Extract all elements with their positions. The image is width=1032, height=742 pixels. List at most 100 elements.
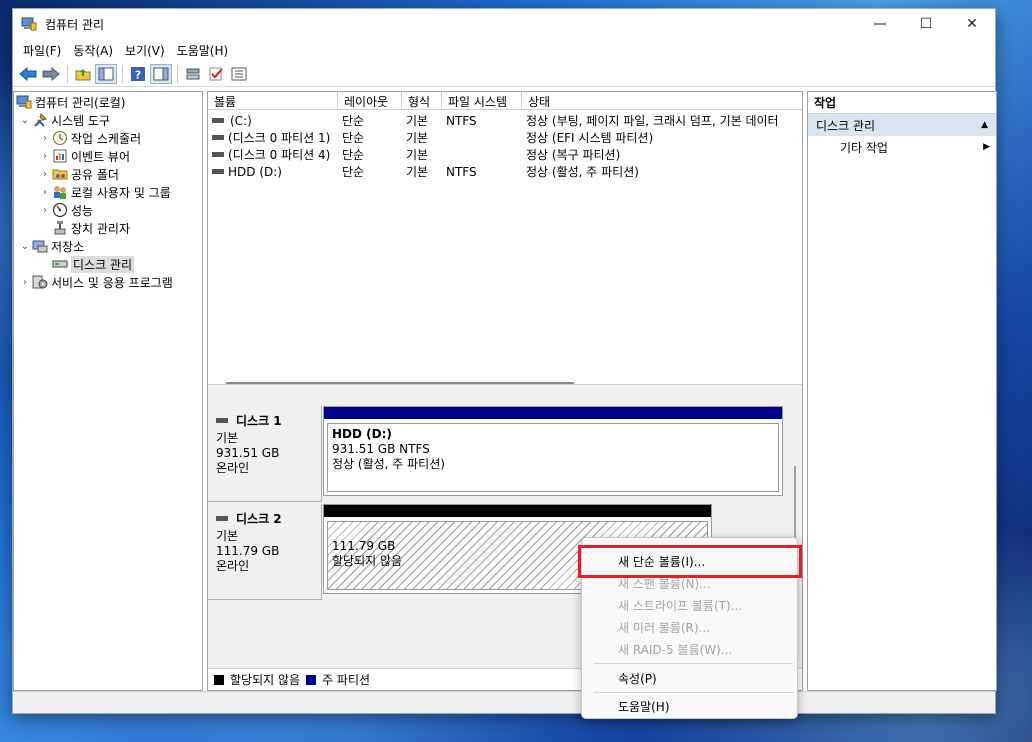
toolbar: ? xyxy=(13,61,995,87)
tree-label: 컴퓨터 관리(로컬) xyxy=(35,95,126,110)
chevron-right-icon[interactable]: › xyxy=(38,151,52,162)
volume-list-header: 볼륨 레이아웃 형식 파일 시스템 상태 xyxy=(208,92,802,110)
tree-item-device-manager[interactable]: 장치 관리자 xyxy=(52,219,130,237)
chevron-right-icon[interactable]: › xyxy=(38,133,52,144)
menu-help[interactable]: 도움말(H) xyxy=(171,40,235,61)
tree-item-system-tools[interactable]: ⌄ 시스템 도구 xyxy=(18,111,110,129)
legend-swatch-primary xyxy=(306,674,317,685)
tree-item-root[interactable]: 컴퓨터 관리(로컬) xyxy=(16,93,125,111)
svg-text:?: ? xyxy=(135,68,141,81)
column-header-status[interactable]: 상태 xyxy=(522,92,802,110)
filesystem-cell: NTFS xyxy=(446,164,477,179)
table-row[interactable]: (디스크 0 파티션 1) 단순 기본 정상 (EFI 시스템 파티션) xyxy=(208,129,802,146)
services-icon xyxy=(32,274,48,290)
clock-icon xyxy=(52,130,68,146)
volume-drive-icon xyxy=(212,169,224,174)
volume-drive-icon xyxy=(212,135,224,140)
volume-cell: (디스크 0 파티션 1) xyxy=(208,129,338,146)
menu-file[interactable]: 파일(F) xyxy=(17,40,67,61)
chevron-right-icon[interactable]: › xyxy=(38,205,52,216)
status-cell: 정상 (EFI 시스템 파티션) xyxy=(526,131,654,145)
disk-name-text: 디스크 2 xyxy=(236,512,282,526)
tree-item-performance[interactable]: › 성능 xyxy=(38,201,93,219)
partition-hdd-d[interactable]: HDD (D:) 931.51 GB NTFS 정상 (활성, 주 파티션) xyxy=(323,406,783,496)
check-icon[interactable] xyxy=(205,64,227,84)
actions-item-label: 기타 작업 xyxy=(840,140,888,155)
help-icon[interactable]: ? xyxy=(127,64,149,84)
table-row[interactable]: (C:) 단순 기본 NTFS 정상 (부팅, 페이지 파일, 크래시 덤프, … xyxy=(208,112,802,129)
collapse-arrow-icon[interactable]: ▲ xyxy=(981,120,988,130)
partition-type-bar xyxy=(324,505,711,517)
chevron-down-icon[interactable]: ⌄ xyxy=(18,115,32,126)
tree-item-local-users[interactable]: › 로컬 사용자 및 그룹 xyxy=(38,183,171,201)
tree-item-task-scheduler[interactable]: › 작업 스케줄러 xyxy=(38,129,141,147)
column-header-layout[interactable]: 레이아웃 xyxy=(338,92,402,110)
menu-item-help[interactable]: 도움말(H) xyxy=(586,695,793,717)
type-cell: 기본 xyxy=(406,114,429,128)
table-row[interactable]: (디스크 0 파티션 4) 단순 기본 정상 (복구 파티션) xyxy=(208,146,802,163)
table-row[interactable]: HDD (D:) 단순 기본 NTFS 정상 (활성, 주 파티션) xyxy=(208,163,802,180)
volume-cell: (디스크 0 파티션 4) xyxy=(208,146,338,163)
disk-state: 온라인 xyxy=(216,559,250,573)
users-group-icon xyxy=(52,184,68,200)
forward-arrow-icon[interactable] xyxy=(40,64,62,84)
legend-swatch-unallocated xyxy=(214,674,224,685)
tree-item-disk-management[interactable]: 디스크 관리 xyxy=(52,255,135,273)
actions-section-disk-management[interactable]: 디스크 관리 ▲ xyxy=(808,114,996,136)
tree-label: 저장소 xyxy=(51,239,85,254)
actions-item-more[interactable]: 기타 작업 ▶ xyxy=(808,136,996,158)
menu-item-properties[interactable]: 속성(P) xyxy=(586,667,793,689)
show-hide-tree-icon[interactable] xyxy=(95,63,117,84)
device-manager-icon xyxy=(52,220,68,236)
menu-action[interactable]: 동작(A) xyxy=(67,40,119,61)
actions-section-label: 디스크 관리 xyxy=(816,118,876,133)
layout-cell: 단순 xyxy=(342,165,365,179)
back-arrow-icon[interactable] xyxy=(17,64,39,84)
volume-name: (디스크 0 파티션 1) xyxy=(228,131,331,145)
pane-splitter[interactable] xyxy=(208,384,802,398)
tree-item-shared-folders[interactable]: › 공유 폴더 xyxy=(38,165,119,183)
partition-label: HDD (D:) xyxy=(332,427,392,441)
menu-item-new-mirrored-volume: 새 미러 볼륨(R)... xyxy=(618,620,710,635)
tree-item-services[interactable]: › 서비스 및 응용 프로그램 xyxy=(18,273,173,291)
filesystem-cell xyxy=(442,129,522,146)
volume-name: (디스크 0 파티션 4) xyxy=(228,148,331,162)
volume-name: (C:) xyxy=(230,113,252,128)
close-button[interactable]: ✕ xyxy=(949,9,995,39)
disk-1-label[interactable]: 디스크 1 기본 931.51 GB 온라인 xyxy=(208,406,322,502)
properties-list-icon[interactable] xyxy=(228,64,250,84)
up-folder-icon[interactable] xyxy=(72,64,94,84)
menu-separator xyxy=(594,692,793,693)
maximize-button[interactable]: ☐ xyxy=(903,9,949,39)
disk-2-label[interactable]: 디스크 2 기본 111.79 GB 온라인 xyxy=(208,504,322,600)
title-bar[interactable]: 컴퓨터 관리 — ☐ ✕ xyxy=(13,9,995,39)
event-viewer-icon xyxy=(52,148,68,164)
show-hide-action-icon[interactable] xyxy=(150,63,172,84)
partition-type-bar xyxy=(324,407,782,419)
computer-management-icon xyxy=(16,94,32,110)
menu-separator xyxy=(594,663,793,664)
filesystem-cell: NTFS xyxy=(446,113,477,128)
column-header-type[interactable]: 형식 xyxy=(402,92,442,110)
disk-1-row: 디스크 1 기본 931.51 GB 온라인 HDD (D:) 931.51 G… xyxy=(208,406,794,504)
chevron-right-icon[interactable]: › xyxy=(18,277,32,288)
partition-info: HDD (D:) 931.51 GB NTFS 정상 (활성, 주 파티션) xyxy=(327,423,779,492)
chevron-right-icon[interactable]: › xyxy=(38,169,52,180)
tree-label: 이벤트 뷰어 xyxy=(71,149,131,164)
column-header-filesystem[interactable]: 파일 시스템 xyxy=(442,92,522,110)
actions-header: 작업 xyxy=(808,92,996,114)
connect-icon[interactable] xyxy=(182,64,204,84)
minimize-button[interactable]: — xyxy=(857,9,903,39)
tree-label: 공유 폴더 xyxy=(71,167,119,182)
chevron-down-icon[interactable]: ⌄ xyxy=(18,241,32,252)
tree-item-event-viewer[interactable]: › 이벤트 뷰어 xyxy=(38,147,130,165)
menu-view[interactable]: 보기(V) xyxy=(119,40,171,61)
partition-size: 931.51 GB NTFS xyxy=(332,442,430,456)
disk-kind: 기본 xyxy=(216,431,239,445)
tree-label: 시스템 도구 xyxy=(51,113,111,128)
tree-item-storage[interactable]: ⌄ 저장소 xyxy=(18,237,84,255)
chevron-right-icon[interactable]: › xyxy=(38,187,52,198)
actions-pane: 작업 디스크 관리 ▲ 기타 작업 ▶ xyxy=(807,91,997,691)
legend-label-unallocated: 할당되지 않음 xyxy=(230,673,301,687)
column-header-volume[interactable]: 볼륨 xyxy=(208,92,338,110)
